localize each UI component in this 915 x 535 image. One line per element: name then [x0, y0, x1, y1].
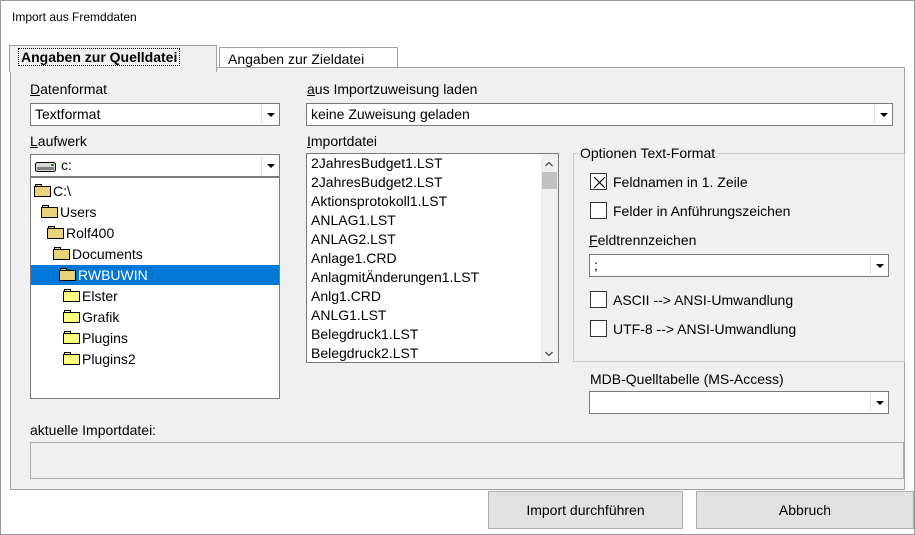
- tree-item-documents[interactable]: Documents: [53, 244, 143, 264]
- check-x-icon: [593, 176, 606, 189]
- feldtrenn-select[interactable]: ;: [589, 254, 889, 277]
- folder-tree[interactable]: C:\ Users Rolf400 Documents RWBUWIN Elst…: [30, 177, 280, 399]
- tree-item-c[interactable]: C:\: [34, 181, 71, 201]
- chevron-up-icon[interactable]: [545, 160, 553, 168]
- chevron-down-icon[interactable]: [870, 393, 887, 412]
- scrollbar-thumb[interactable]: [542, 172, 557, 189]
- folder-icon: [63, 310, 81, 323]
- chevron-down-icon[interactable]: [870, 256, 887, 275]
- datenformat-value: Textformat: [35, 106, 101, 122]
- import-button[interactable]: Import durchführen: [488, 491, 683, 529]
- chevron-down-icon[interactable]: [545, 350, 553, 358]
- laufwerk-select[interactable]: c:: [30, 154, 280, 177]
- feldtrenn-value: ;: [594, 257, 598, 273]
- abbruch-button[interactable]: Abbruch: [696, 491, 914, 529]
- tree-item-users[interactable]: Users: [41, 202, 97, 222]
- list-item[interactable]: ANLAG2.LST: [311, 230, 396, 249]
- ascii-checkbox[interactable]: [590, 291, 607, 308]
- tab-label: Angaben zur Quelldatei: [18, 48, 181, 66]
- tab-label: Angaben zur Zieldatei: [228, 51, 365, 67]
- laufwerk-value: c:: [61, 157, 72, 173]
- tree-item-rwbuwin[interactable]: RWBUWIN: [31, 265, 279, 285]
- folder-icon: [63, 352, 81, 365]
- datenformat-label: Datenformat: [30, 81, 108, 97]
- chevron-down-icon[interactable]: [874, 105, 891, 124]
- importdatei-scrollbar[interactable]: [541, 154, 558, 362]
- tree-item-rolf400[interactable]: Rolf400: [47, 223, 114, 243]
- list-item[interactable]: Anlage1.CRD: [311, 249, 397, 268]
- tree-item-plugins[interactable]: Plugins: [63, 328, 128, 348]
- folder-open-icon: [59, 268, 77, 281]
- tree-item-plugins2[interactable]: Plugins2: [63, 349, 136, 369]
- anfuehrung-checkbox[interactable]: [590, 202, 607, 219]
- utf8-label: UTF-8 --> ANSI-Umwandlung: [613, 321, 797, 337]
- list-item[interactable]: Belegdruck1.LST: [311, 325, 418, 344]
- chevron-down-icon[interactable]: [261, 105, 278, 124]
- chevron-down-icon[interactable]: [261, 156, 278, 175]
- list-item[interactable]: Anlg1.CRD: [311, 287, 381, 306]
- drive-icon: [35, 160, 57, 172]
- datenformat-select[interactable]: Textformat: [30, 103, 280, 126]
- utf8-checkbox[interactable]: [590, 320, 607, 337]
- folder-open-icon: [53, 247, 71, 260]
- list-item[interactable]: ANLG1.LST: [311, 306, 386, 325]
- importdatei-label: Importdatei: [307, 133, 378, 149]
- importzuweisung-label: aus Importzuweisung laden: [307, 81, 478, 97]
- mdb-select[interactable]: [589, 391, 889, 414]
- tab-angaben-zur-quelldatei[interactable]: Angaben zur Quelldatei: [9, 45, 217, 72]
- folder-open-icon: [47, 226, 65, 239]
- tree-item-elster[interactable]: Elster: [63, 286, 118, 306]
- list-item[interactable]: ANLAG1.LST: [311, 211, 396, 230]
- list-item[interactable]: 2JahresBudget1.LST: [311, 154, 443, 173]
- folder-open-icon: [34, 184, 52, 197]
- aktuelle-label: aktuelle Importdatei:: [30, 422, 157, 438]
- mdb-label: MDB-Quelltabelle (MS-Access): [590, 371, 784, 387]
- list-item[interactable]: Belegdruck2.LST: [311, 344, 418, 362]
- importzuweisung-select[interactable]: keine Zuweisung geladen: [306, 103, 893, 126]
- laufwerk-label: Laufwerk: [30, 133, 87, 149]
- ascii-label: ASCII --> ANSI-Umwandlung: [613, 292, 794, 308]
- feldnamen-checkbox[interactable]: [590, 173, 607, 190]
- anfuehrung-label: Felder in Anführungszeichen: [613, 203, 791, 219]
- feldtrenn-label: Feldtrennzeichen: [589, 232, 697, 248]
- list-item[interactable]: AnlagmitÄnderungen1.LST: [311, 268, 479, 287]
- window-title: Import aus Fremddaten: [12, 10, 137, 24]
- list-item[interactable]: Aktionsprotokoll1.LST: [311, 192, 447, 211]
- list-item[interactable]: 2JahresBudget2.LST: [311, 173, 443, 192]
- folder-icon: [63, 289, 81, 302]
- folder-open-icon: [41, 205, 59, 218]
- tree-item-grafik[interactable]: Grafik: [63, 307, 119, 327]
- importdatei-list[interactable]: 2JahresBudget1.LST 2JahresBudget2.LST Ak…: [306, 153, 559, 363]
- aktuelle-importdatei-field: [30, 442, 904, 479]
- optionen-title: Optionen Text-Format: [578, 145, 718, 161]
- importzuweisung-value: keine Zuweisung geladen: [311, 106, 470, 122]
- folder-icon: [63, 331, 81, 344]
- feldnamen-label: Feldnamen in 1. Zeile: [613, 174, 748, 190]
